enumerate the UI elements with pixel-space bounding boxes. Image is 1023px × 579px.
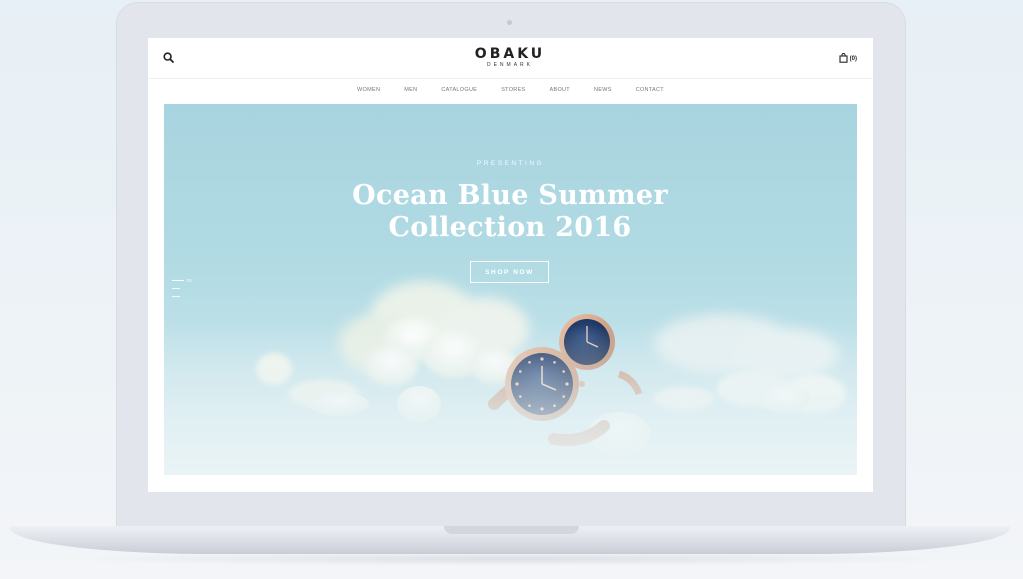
nav-item-stores[interactable]: STORES <box>501 87 525 93</box>
search-icon[interactable] <box>162 51 176 65</box>
logo-wordmark: OBAKU <box>474 46 546 62</box>
nav-item-women[interactable]: WOMEN <box>357 87 380 93</box>
site-header: OBAKU DENMARK (0) <box>148 38 873 79</box>
nav-item-contact[interactable]: CONTACT <box>636 87 664 93</box>
hero-title: Ocean Blue Summer Collection 2016 <box>310 180 710 244</box>
brand-logo[interactable]: OBAKU DENMARK <box>460 47 560 69</box>
main-nav: WOMEN MEN CATALOGUE STORES ABOUT NEWS CO… <box>148 87 873 93</box>
shop-now-button[interactable]: SHOP NOW <box>470 261 549 283</box>
logo-subtitle: DENMARK <box>486 62 533 68</box>
slide-indicator-active[interactable] <box>172 280 184 282</box>
hero-title-line2: Collection 2016 <box>388 212 632 243</box>
cart-count: (0) <box>849 56 857 62</box>
slider-pagination: 01 <box>172 278 202 304</box>
slide-indicator[interactable] <box>172 296 180 298</box>
laptop-shadow <box>60 552 960 566</box>
hero-fog <box>164 324 857 475</box>
slide-number: 01 <box>187 278 193 283</box>
camera-icon <box>507 20 512 25</box>
nav-item-catalogue[interactable]: CATALOGUE <box>441 87 477 93</box>
laptop-mockup: OBAKU DENMARK (0) WOMEN MEN CATALOGUE ST… <box>0 0 1023 579</box>
website-screen: OBAKU DENMARK (0) WOMEN MEN CATALOGUE ST… <box>148 38 873 492</box>
nav-item-about[interactable]: ABOUT <box>550 87 570 93</box>
nav-item-men[interactable]: MEN <box>404 87 417 93</box>
hero-eyebrow: PRESENTING <box>476 160 545 167</box>
cart-button[interactable]: (0) <box>839 53 857 65</box>
bag-icon <box>839 50 848 68</box>
hero-banner: PRESENTING Ocean Blue Summer Collection … <box>164 104 857 475</box>
nav-item-news[interactable]: NEWS <box>594 87 612 93</box>
slide-indicator[interactable] <box>172 288 180 290</box>
laptop-notch <box>444 526 579 534</box>
hero-title-line1: Ocean Blue Summer <box>352 180 668 211</box>
